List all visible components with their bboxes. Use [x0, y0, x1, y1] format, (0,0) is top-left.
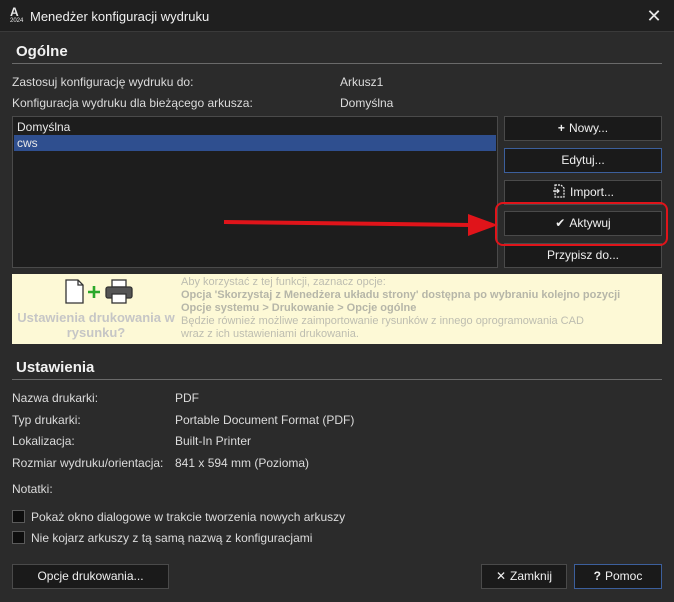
show-dialog-checkbox-label: Pokaż okno dialogowe w trakcie tworzenia…	[31, 510, 346, 524]
config-list-item-default[interactable]: Domyślna	[14, 119, 496, 135]
app-logo-icon: A 2024	[10, 5, 24, 24]
close-x-icon: ✕	[495, 569, 507, 583]
promo-description: Aby korzystać z tej funkcji, zaznacz opc…	[181, 276, 621, 340]
close-button[interactable]: ✕ Zamknij	[481, 564, 567, 589]
settings-section-header: Ustawienia	[12, 354, 662, 380]
printer-type-label: Typ drukarki:	[12, 413, 81, 427]
new-button[interactable]: + Nowy...	[504, 116, 662, 141]
print-options-button[interactable]: Opcje drukowania...	[12, 564, 169, 589]
print-size-label: Rozmiar wydruku/orientacja:	[12, 456, 164, 470]
print-size-value: 841 x 594 mm (Pozioma)	[175, 456, 310, 470]
close-icon[interactable]: ✕	[642, 4, 666, 28]
no-associate-checkbox-label: Nie kojarz arkuszy z tą samą nazwą z kon…	[31, 531, 313, 545]
config-list-item-cws[interactable]: cws	[14, 135, 496, 151]
title-bar: A 2024 Menedżer konfiguracji wydruku ✕	[0, 0, 674, 32]
show-dialog-checkbox[interactable]	[12, 510, 25, 523]
general-section-header: Ogólne	[12, 38, 662, 64]
promo-question: Ustawienia drukowania w rysunku?	[17, 310, 175, 340]
assign-to-button[interactable]: Przypisz do...	[504, 243, 662, 268]
edit-button[interactable]: Edytuj...	[504, 148, 662, 173]
printer-name-value: PDF	[175, 391, 199, 405]
apply-to-value: Arkusz1	[340, 75, 384, 89]
current-config-value: Domyślna	[340, 96, 394, 110]
question-icon: ?	[593, 569, 601, 583]
printer-name-label: Nazwa drukarki:	[12, 391, 99, 405]
promo-panel: Ustawienia drukowania w rysunku? Aby kor…	[12, 274, 662, 344]
red-arrow-icon	[223, 214, 498, 236]
config-list[interactable]: Domyślna cws	[12, 116, 498, 268]
no-associate-checkbox[interactable]	[12, 531, 25, 544]
import-icon	[552, 181, 566, 203]
highlight-box	[495, 202, 668, 246]
location-label: Lokalizacja:	[12, 434, 75, 448]
notes-label: Notatki:	[12, 482, 53, 496]
plus-icon: +	[557, 121, 565, 135]
window-title: Menedżer konfiguracji wydruku	[30, 9, 210, 24]
printer-type-value: Portable Document Format (PDF)	[175, 413, 355, 427]
current-config-label: Konfiguracja wydruku dla bieżącego arkus…	[12, 96, 253, 110]
drawing-plus-printer-icon	[64, 278, 144, 306]
apply-to-label: Zastosuj konfigurację wydruku do:	[12, 75, 194, 89]
help-button[interactable]: ? Pomoc	[574, 564, 662, 589]
location-value: Built-In Printer	[175, 434, 252, 448]
